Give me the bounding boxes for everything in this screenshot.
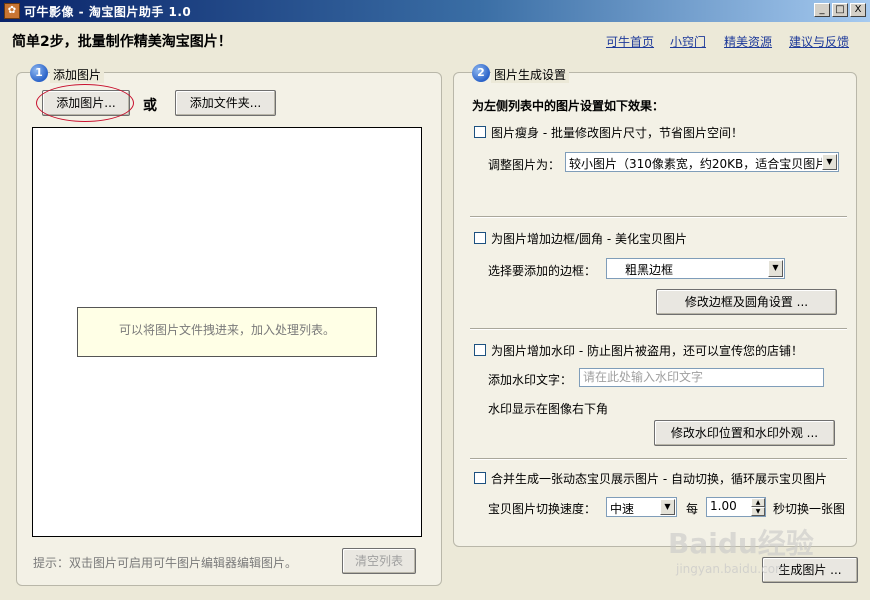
speed-dropdown-value: 中速	[610, 502, 635, 516]
link-resources[interactable]: 精美资源	[724, 33, 772, 50]
border-dropdown-value: 粗黑边框	[625, 263, 674, 277]
step-1-badge: 1	[30, 64, 48, 82]
or-label: 或	[143, 98, 157, 114]
add-images-button[interactable]: 添加图片...	[42, 90, 130, 116]
border-checkbox-label: 为图片增加边框/圆角 - 美化宝贝图片	[491, 232, 688, 246]
generate-button[interactable]: 生成图片 ...	[762, 557, 858, 583]
add-folder-button[interactable]: 添加文件夹...	[175, 90, 276, 116]
watermark-checkbox[interactable]	[474, 344, 486, 356]
maximize-button[interactable]: □	[832, 3, 848, 17]
minimize-button[interactable]: _	[814, 3, 830, 17]
watermark-field-label: 添加水印文字：	[488, 373, 573, 387]
tagline: 简单2步，批量制作精美淘宝图片！	[12, 34, 232, 50]
resize-dropdown-value: 较小图片（310像素宽，约20KB，适合宝贝图片）	[569, 157, 839, 171]
chevron-up-icon[interactable]: ▲	[751, 498, 765, 507]
close-button[interactable]: X	[850, 3, 866, 17]
step-1-title: 添加图片	[50, 66, 105, 83]
separator	[470, 328, 847, 330]
border-settings-button[interactable]: 修改边框及圆角设置 ...	[656, 289, 837, 315]
resize-checkbox[interactable]	[474, 126, 486, 138]
app-logo-icon: ✿	[4, 3, 20, 19]
link-feedback[interactable]: 建议与反馈	[789, 33, 849, 50]
resize-field-label: 调整图片为：	[488, 158, 561, 172]
animation-checkbox[interactable]	[474, 472, 486, 484]
watermark-settings-button[interactable]: 修改水印位置和水印外观 ...	[654, 420, 835, 446]
drop-hint: 可以将图片文件拽进来，加入处理列表。	[77, 307, 377, 357]
every-label: 每	[686, 502, 699, 516]
resize-dropdown[interactable]: 较小图片（310像素宽，约20KB，适合宝贝图片） ▼	[565, 152, 839, 172]
step-2-title: 图片生成设置	[491, 66, 570, 83]
chevron-down-icon: ▼	[822, 154, 837, 170]
link-tips[interactable]: 小窍门	[670, 33, 706, 50]
seconds-suffix-label: 秒切换一张图	[773, 502, 846, 516]
border-field-label: 选择要添加的边框：	[488, 264, 597, 278]
speed-dropdown[interactable]: 中速 ▼	[606, 497, 677, 517]
border-checkbox[interactable]	[474, 232, 486, 244]
separator	[470, 458, 847, 460]
chevron-down-icon: ▼	[660, 499, 675, 515]
resize-checkbox-label: 图片瘦身 - 批量修改图片尺寸，节省图片空间！	[491, 126, 743, 140]
watermark-position-note: 水印显示在图像右下角	[488, 402, 609, 416]
chevron-down-icon: ▼	[768, 260, 783, 277]
window-title: 可牛影像 - 淘宝图片助手 1.0	[24, 5, 192, 19]
seconds-value: 1.00	[710, 499, 737, 513]
link-homepage[interactable]: 可牛首页	[606, 33, 654, 50]
seconds-stepper[interactable]: 1.00 ▲ ▼	[706, 497, 766, 517]
clear-list-button[interactable]: 清空列表	[342, 548, 416, 574]
step-2-badge: 2	[472, 64, 490, 82]
speed-label: 宝贝图片切换速度：	[488, 502, 597, 516]
border-dropdown[interactable]: 粗黑边框 ▼	[606, 258, 785, 279]
chevron-down-icon[interactable]: ▼	[751, 507, 765, 516]
separator	[470, 216, 847, 218]
watermark-text-input[interactable]: 请在此处输入水印文字	[579, 368, 824, 387]
settings-heading: 为左侧列表中的图片设置如下效果：	[472, 99, 665, 113]
watermark-checkbox-label: 为图片增加水印 - 防止图片被盗用，还可以宣传您的店铺！	[491, 344, 803, 358]
animation-checkbox-label: 合并生成一张动态宝贝展示图片 - 自动切换，循环展示宝贝图片	[491, 472, 827, 486]
footer-hint: 提示：双击图片可启用可牛图片编辑器编辑图片。	[33, 556, 298, 570]
